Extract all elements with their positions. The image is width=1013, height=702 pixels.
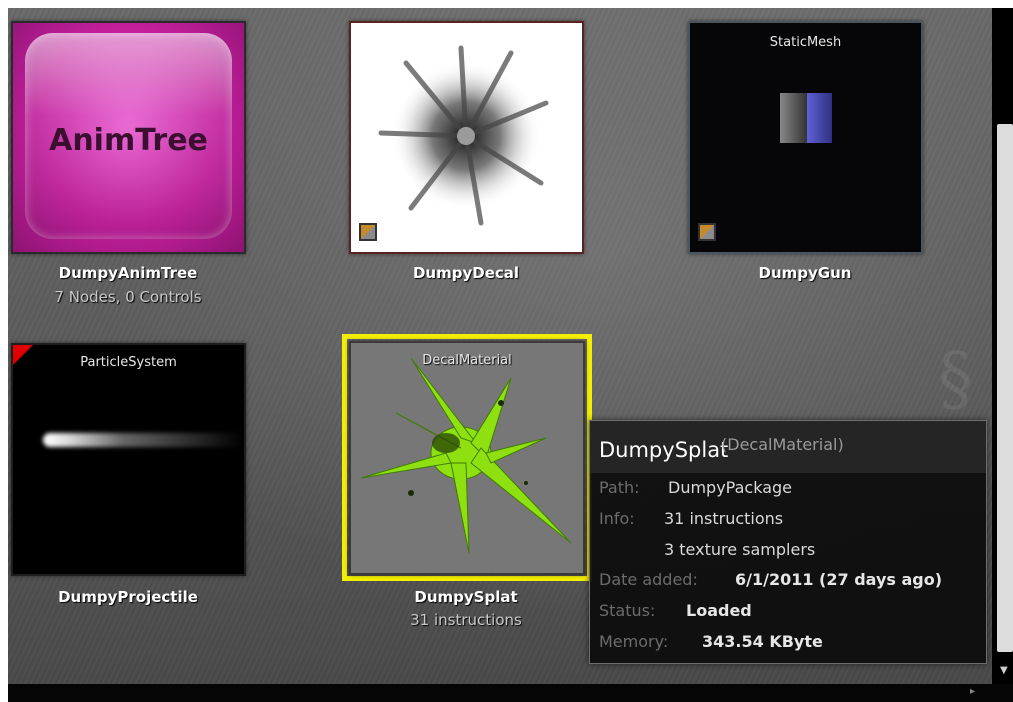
tooltip-date-label: Date added: <box>599 570 698 589</box>
asset-name-decal: DumpyDecal <box>412 264 520 282</box>
tooltip-info-value-2: 3 texture samplers <box>664 540 816 559</box>
tooltip-path-label: Path: <box>599 478 640 497</box>
tooltip-info-label: Info: <box>599 509 635 528</box>
tooltip-asset-name: DumpySplat <box>599 438 729 462</box>
asset-name-gun: DumpyGun <box>758 264 852 282</box>
asset-info-splat: 31 instructions <box>410 611 522 629</box>
modified-flag-icon <box>13 345 33 365</box>
type-caption-staticmesh: StaticMesh <box>769 35 842 50</box>
scroll-down-arrow-icon[interactable]: ▼ <box>1000 665 1008 676</box>
asset-tooltip: DumpySplat (DecalMaterial) Path: DumpyPa… <box>589 420 987 664</box>
type-caption-decalmaterial: DecalMaterial <box>422 353 512 368</box>
splat-graphic <box>360 357 572 554</box>
asset-name-splat: DumpySplat <box>414 588 518 606</box>
tooltip-status-value: Loaded <box>686 601 752 620</box>
scrollbar-thumb[interactable] <box>997 124 1013 652</box>
decal-splatter-graphic <box>378 45 549 226</box>
resize-grip-icon[interactable]: ▸ <box>970 686 975 697</box>
tooltip-asset-type: (DecalMaterial) <box>721 435 844 454</box>
orange-corner-badge-icon <box>698 223 716 241</box>
asset-name-projectile: DumpyProjectile <box>58 588 198 606</box>
asset-thumbnail-animtree[interactable]: AnimTree <box>11 21 246 254</box>
asset-name-animtree: DumpyAnimTree <box>58 264 198 282</box>
tooltip-date-value: 6/1/2011 (27 days ago) <box>735 570 943 589</box>
tooltip-status-label: Status: <box>599 601 656 620</box>
asset-thumbnail-projectile[interactable]: ParticleSystem <box>11 343 246 576</box>
particle-streak <box>43 433 243 447</box>
mesh-preview <box>780 93 834 145</box>
orange-corner-badge-icon <box>359 223 377 241</box>
asset-info-animtree: 7 Nodes, 0 Controls <box>54 288 202 306</box>
tooltip-memory-value: 343.54 KByte <box>702 632 823 651</box>
asset-thumbnail-splat[interactable]: DecalMaterial <box>349 341 585 575</box>
asset-thumbnail-decal[interactable] <box>349 21 584 254</box>
animtree-thumb-text: AnimTree <box>49 123 208 158</box>
tooltip-info-value-1: 31 instructions <box>664 509 784 528</box>
tooltip-memory-label: Memory: <box>599 632 669 651</box>
horizontal-bar <box>8 684 1013 702</box>
background-swirl-decoration: § <box>938 338 973 420</box>
tooltip-path-value: DumpyPackage <box>668 478 792 497</box>
type-caption-particlesystem: ParticleSystem <box>80 355 177 370</box>
asset-thumbnail-gun[interactable]: StaticMesh <box>688 21 923 254</box>
